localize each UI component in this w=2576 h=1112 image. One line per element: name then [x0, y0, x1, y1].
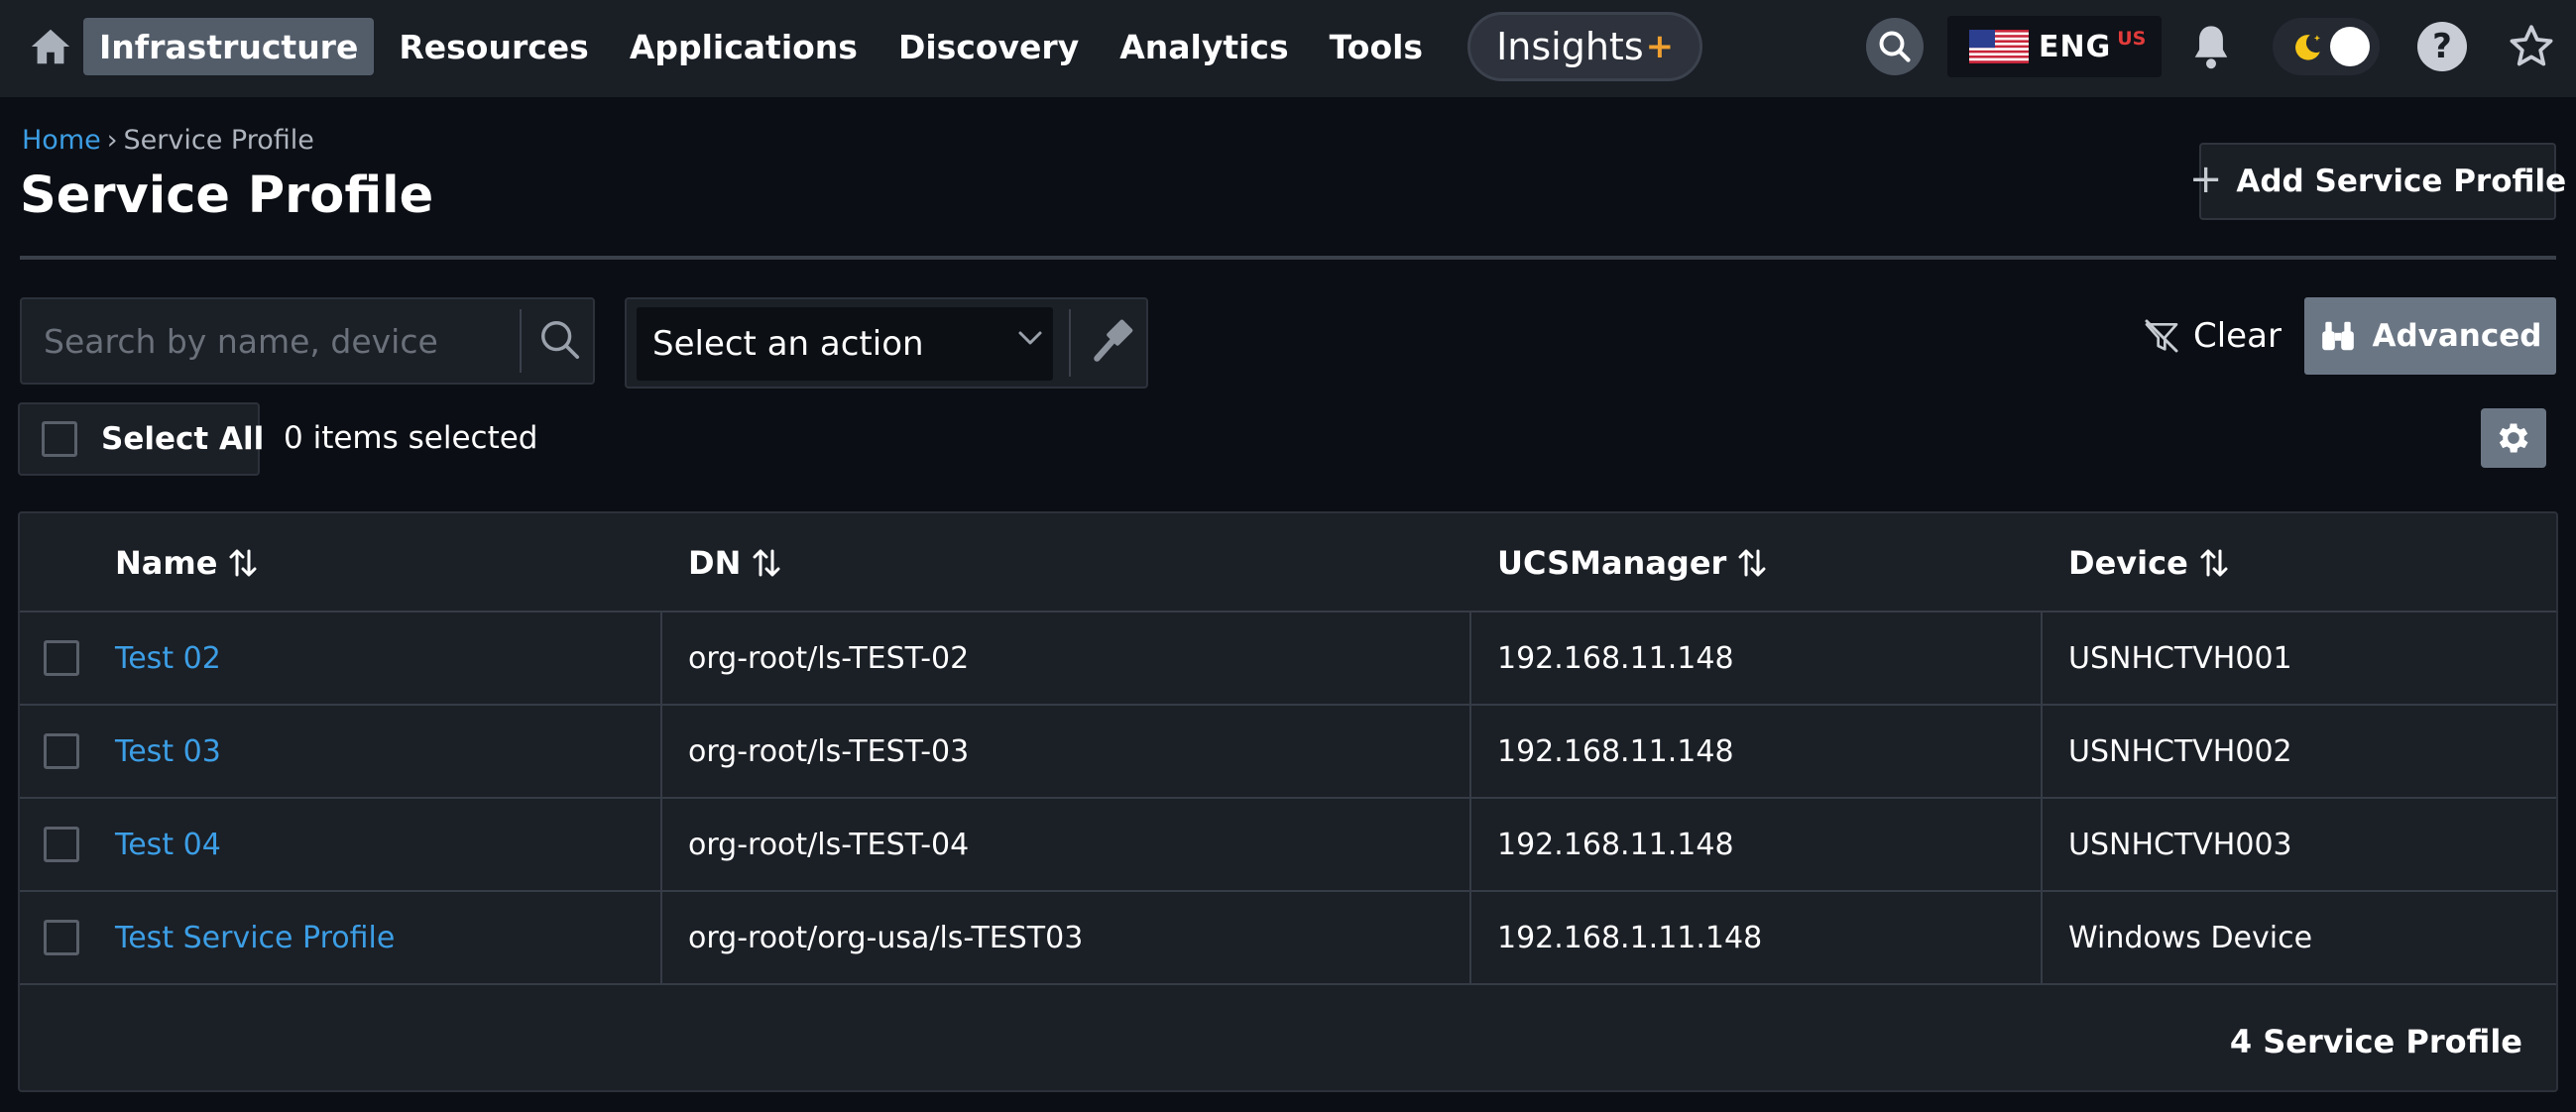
row-device: USNHCTVH001: [2068, 640, 2292, 676]
row-device: Windows Device: [2068, 920, 2313, 955]
column-divider: [660, 612, 662, 985]
search-icon: [1879, 31, 1911, 62]
search-input[interactable]: [22, 299, 518, 383]
table-row: Test 02 org-root/ls-TEST-02 192.168.11.1…: [20, 612, 2556, 706]
action-select[interactable]: Select an action: [637, 307, 1053, 381]
row-name-link[interactable]: Test 03: [115, 706, 221, 797]
breadcrumb: Home › Service Profile: [22, 125, 314, 156]
row-dn: org-root/ls-TEST-04: [688, 827, 970, 862]
row-ucsmanager: 192.168.1.11.148: [1497, 920, 1763, 955]
row-device: USNHCTVH003: [2068, 827, 2292, 862]
column-divider: [2041, 612, 2043, 985]
apply-action-button[interactable]: [1089, 317, 1138, 367]
record-count: 4 Service Profile: [2229, 1023, 2522, 1060]
add-service-profile-button[interactable]: + Add Service Profile: [2189, 143, 2566, 220]
gear-icon: [2499, 423, 2528, 453]
column-label: Device: [2068, 544, 2188, 582]
nav-item-resources[interactable]: Resources: [383, 18, 604, 75]
page-title: Service Profile: [20, 167, 434, 225]
sort-icon: [229, 549, 257, 577]
action-divider: [1069, 309, 1071, 377]
language-selector[interactable]: ENG US: [1947, 16, 2162, 77]
sort-icon: [753, 549, 780, 577]
moon-icon: [2295, 35, 2321, 60]
search-icon: [541, 321, 580, 360]
row-name-link[interactable]: Test 04: [115, 799, 221, 890]
theme-toggle[interactable]: [2273, 18, 2380, 75]
binoculars-icon: [2321, 321, 2354, 351]
home-icon[interactable]: [28, 24, 73, 69]
table-settings-button[interactable]: [2481, 408, 2546, 468]
table-header: Name DN UCSManager Device: [20, 513, 2556, 612]
language-region: US: [2117, 28, 2147, 50]
row-checkbox[interactable]: [44, 733, 79, 769]
row-dn: org-root/org-usa/ls-TEST03: [688, 920, 1084, 955]
row-checkbox[interactable]: [44, 640, 79, 676]
table-row: Test 03 org-root/ls-TEST-03 192.168.11.1…: [20, 706, 2556, 799]
column-header-name[interactable]: Name: [115, 513, 261, 612]
row-name-link[interactable]: Test Service Profile: [115, 892, 395, 983]
advanced-search-button[interactable]: Advanced: [2304, 297, 2556, 375]
bell-icon[interactable]: [2185, 22, 2237, 73]
nav-item-analytics[interactable]: Analytics: [1104, 18, 1304, 75]
star-icon[interactable]: [2507, 22, 2556, 71]
row-ucsmanager: 192.168.11.148: [1497, 640, 1734, 676]
clear-label: Clear: [2193, 316, 2282, 356]
nav-item-infrastructure[interactable]: Infrastructure: [83, 18, 375, 75]
breadcrumb-home-link[interactable]: Home: [22, 125, 101, 156]
header-divider: [20, 256, 2556, 260]
column-header-device[interactable]: Device: [2068, 513, 2232, 612]
select-all-control[interactable]: Select All: [18, 402, 264, 476]
select-all-checkbox[interactable]: [42, 421, 77, 457]
insights-button[interactable]: Insights +: [1467, 12, 1703, 81]
insights-plus-icon: +: [1645, 27, 1675, 66]
select-all-label: Select All: [101, 421, 265, 457]
row-dn: org-root/ls-TEST-02: [688, 640, 970, 676]
column-header-dn[interactable]: DN: [688, 513, 784, 612]
row-checkbox[interactable]: [44, 827, 79, 862]
filter-clear-icon: [2145, 319, 2178, 353]
breadcrumb-current: Service Profile: [123, 125, 314, 156]
row-ucsmanager: 192.168.11.148: [1497, 827, 1734, 862]
clear-filters-button[interactable]: Clear: [2142, 307, 2282, 365]
nav-item-tools[interactable]: Tools: [1314, 18, 1439, 75]
global-search-button[interactable]: [1866, 18, 1924, 75]
help-icon[interactable]: ?: [2417, 22, 2467, 71]
nav-item-discovery[interactable]: Discovery: [882, 18, 1095, 75]
us-flag-icon: [1969, 30, 2029, 63]
toggle-knob: [2330, 27, 2370, 66]
column-label: DN: [688, 544, 742, 582]
column-header-ucsmanager[interactable]: UCSManager: [1497, 513, 1770, 612]
plus-icon: +: [2188, 157, 2223, 202]
row-device: USNHCTVH002: [2068, 733, 2292, 769]
row-name-link[interactable]: Test 02: [115, 612, 221, 704]
sort-icon: [2200, 549, 2228, 577]
selection-count: 0 items selected: [284, 420, 538, 456]
row-dn: org-root/ls-TEST-03: [688, 733, 970, 769]
search-divider: [520, 309, 522, 373]
main-menu: Infrastructure Resources Applications Di…: [83, 12, 1703, 81]
service-profile-table: Name DN UCSManager Device Test 02 org-ro…: [18, 511, 2558, 1092]
search-box: [20, 297, 595, 385]
insights-label: Insights: [1496, 25, 1644, 68]
column-divider: [1469, 612, 1471, 985]
add-service-profile-label: Add Service Profile: [2236, 164, 2567, 199]
table-row: Test 04 org-root/ls-TEST-04 192.168.11.1…: [20, 799, 2556, 892]
table-row: Test Service Profile org-root/org-usa/ls…: [20, 892, 2556, 985]
gavel-icon: [1094, 319, 1133, 362]
sort-icon: [1738, 549, 1766, 577]
column-label: Name: [115, 544, 218, 582]
breadcrumb-separator: ›: [106, 125, 118, 156]
top-navigation-bar: Infrastructure Resources Applications Di…: [0, 0, 2576, 97]
language-code: ENG: [2039, 29, 2112, 64]
column-label: UCSManager: [1497, 544, 1727, 582]
row-ucsmanager: 192.168.11.148: [1497, 733, 1734, 769]
search-submit-button[interactable]: [537, 317, 583, 363]
chevron-down-icon: [1018, 331, 1042, 345]
row-checkbox[interactable]: [44, 920, 79, 955]
nav-item-applications[interactable]: Applications: [614, 18, 874, 75]
bulk-action-group: Select an action: [625, 297, 1148, 389]
action-select-value: Select an action: [652, 324, 924, 364]
advanced-label: Advanced: [2372, 318, 2542, 354]
